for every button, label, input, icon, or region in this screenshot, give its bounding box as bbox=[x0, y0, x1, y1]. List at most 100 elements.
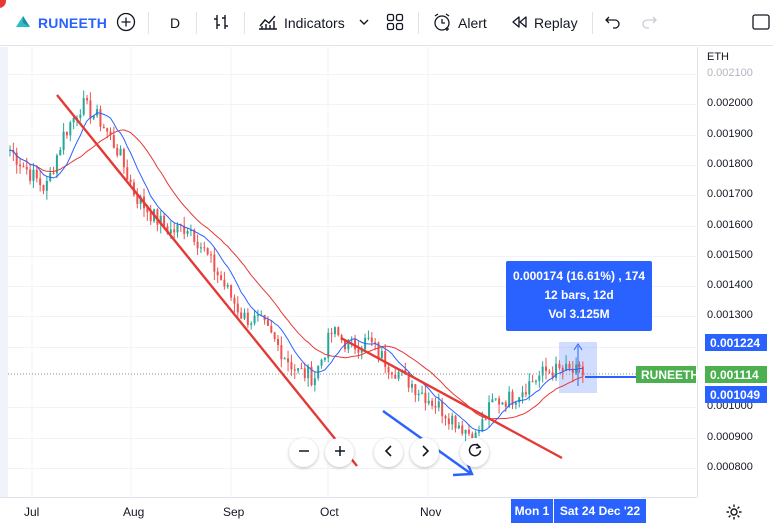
candle-body bbox=[491, 399, 494, 403]
candle-body bbox=[206, 248, 209, 255]
candle-body bbox=[441, 401, 444, 417]
candle-body bbox=[256, 315, 259, 317]
candle-body bbox=[102, 126, 105, 129]
candle-body bbox=[548, 371, 551, 373]
scroll-left-button[interactable] bbox=[374, 438, 403, 467]
candle-body bbox=[417, 393, 420, 395]
candle-body bbox=[427, 400, 430, 404]
candle-body bbox=[504, 402, 507, 407]
candle-body bbox=[62, 131, 65, 150]
measure-change: 0.000174 (16.61%) , 174 bbox=[512, 269, 646, 283]
candle-body bbox=[538, 375, 541, 381]
candle-body bbox=[163, 215, 166, 227]
ma-fast-line bbox=[9, 112, 583, 432]
high-price-tag: 0.001224 bbox=[705, 334, 767, 351]
zoom-out-button[interactable] bbox=[289, 438, 318, 467]
candle-body bbox=[380, 351, 383, 359]
candle-body bbox=[213, 254, 216, 272]
candle-body bbox=[457, 425, 460, 429]
candle-body bbox=[337, 327, 340, 336]
candle-body bbox=[397, 371, 400, 379]
candle-body bbox=[203, 247, 206, 249]
candle-body bbox=[122, 148, 125, 168]
candle-body bbox=[273, 332, 276, 339]
candle-body bbox=[186, 231, 189, 234]
candle-body bbox=[320, 359, 323, 366]
price-tick-label: 0.001800 bbox=[707, 157, 753, 170]
time-tick-label: Oct bbox=[320, 505, 339, 519]
candle-body bbox=[283, 358, 286, 360]
candle-body bbox=[173, 229, 176, 233]
candle-body bbox=[384, 351, 387, 368]
candle-body bbox=[270, 325, 273, 333]
candle-body bbox=[89, 100, 92, 119]
candle-body bbox=[79, 114, 82, 118]
candle-body bbox=[333, 327, 336, 335]
candle-body bbox=[32, 169, 35, 181]
candle-body bbox=[233, 297, 236, 304]
chart-settings-button[interactable] bbox=[725, 503, 743, 525]
candle-body bbox=[481, 419, 484, 432]
candle-body bbox=[19, 164, 22, 167]
candle-body bbox=[250, 323, 253, 325]
candle-body bbox=[116, 147, 119, 156]
candle-body bbox=[35, 169, 38, 179]
minus-icon bbox=[297, 442, 311, 463]
candle-body bbox=[534, 380, 537, 382]
candle-body bbox=[545, 366, 547, 372]
candle-body bbox=[454, 415, 457, 429]
candle-body bbox=[424, 392, 427, 404]
candle-body bbox=[467, 429, 470, 434]
candle-body bbox=[394, 374, 397, 379]
candle-body bbox=[300, 368, 303, 370]
candle-body bbox=[447, 418, 450, 425]
reset-icon bbox=[467, 442, 483, 463]
candle-body bbox=[216, 271, 219, 276]
candle-body bbox=[176, 224, 179, 233]
candle-body bbox=[199, 247, 202, 249]
price-tick-label: 0.001500 bbox=[707, 248, 753, 261]
candle-body bbox=[240, 312, 243, 319]
candle-body bbox=[230, 284, 233, 298]
price-tick-label: 0.001700 bbox=[707, 188, 753, 201]
candle-body bbox=[106, 128, 109, 132]
scroll-right-button[interactable] bbox=[410, 438, 439, 467]
candle-body bbox=[287, 358, 290, 363]
price-tick-label: 0.001600 bbox=[707, 218, 753, 231]
candle-body bbox=[330, 332, 333, 335]
time-tick-label: Nov bbox=[420, 505, 442, 519]
candle-body bbox=[514, 402, 517, 405]
range-start-label: Mon 1 bbox=[511, 499, 553, 523]
candle-body bbox=[223, 279, 226, 287]
candle-body bbox=[82, 98, 85, 115]
reset-chart-button[interactable] bbox=[460, 438, 489, 467]
candle-body bbox=[568, 363, 571, 369]
candle-body bbox=[303, 368, 306, 379]
candle-body bbox=[421, 392, 424, 394]
candle-body bbox=[501, 402, 504, 405]
candle-body bbox=[226, 284, 229, 287]
gear-icon bbox=[725, 504, 743, 525]
candle-body bbox=[357, 349, 360, 353]
candle-body bbox=[414, 384, 417, 395]
price-tick-label: 0.002000 bbox=[707, 97, 753, 110]
low-price-tag: 0.001049 bbox=[705, 386, 767, 403]
measure-bars: 12 bars, 12d bbox=[544, 288, 614, 302]
candle-body bbox=[220, 275, 223, 280]
candle-body bbox=[498, 398, 501, 405]
candle-body bbox=[558, 363, 561, 369]
price-scale-currency: ETH bbox=[707, 51, 729, 63]
time-tick-label: Aug bbox=[123, 505, 145, 519]
candle-body bbox=[112, 134, 115, 148]
candle-body bbox=[99, 109, 102, 127]
measure-volume: Vol 3.125M bbox=[548, 307, 610, 321]
candle-body bbox=[561, 368, 564, 372]
candle-body bbox=[290, 362, 293, 370]
candle-body bbox=[126, 167, 129, 180]
candle-body bbox=[313, 378, 316, 386]
price-tick-label: 0.000900 bbox=[707, 430, 753, 443]
symbol-tag: RUNEETH bbox=[636, 366, 699, 383]
candle-body bbox=[464, 429, 467, 434]
candle-body bbox=[280, 345, 283, 360]
zoom-in-button[interactable] bbox=[325, 438, 354, 467]
